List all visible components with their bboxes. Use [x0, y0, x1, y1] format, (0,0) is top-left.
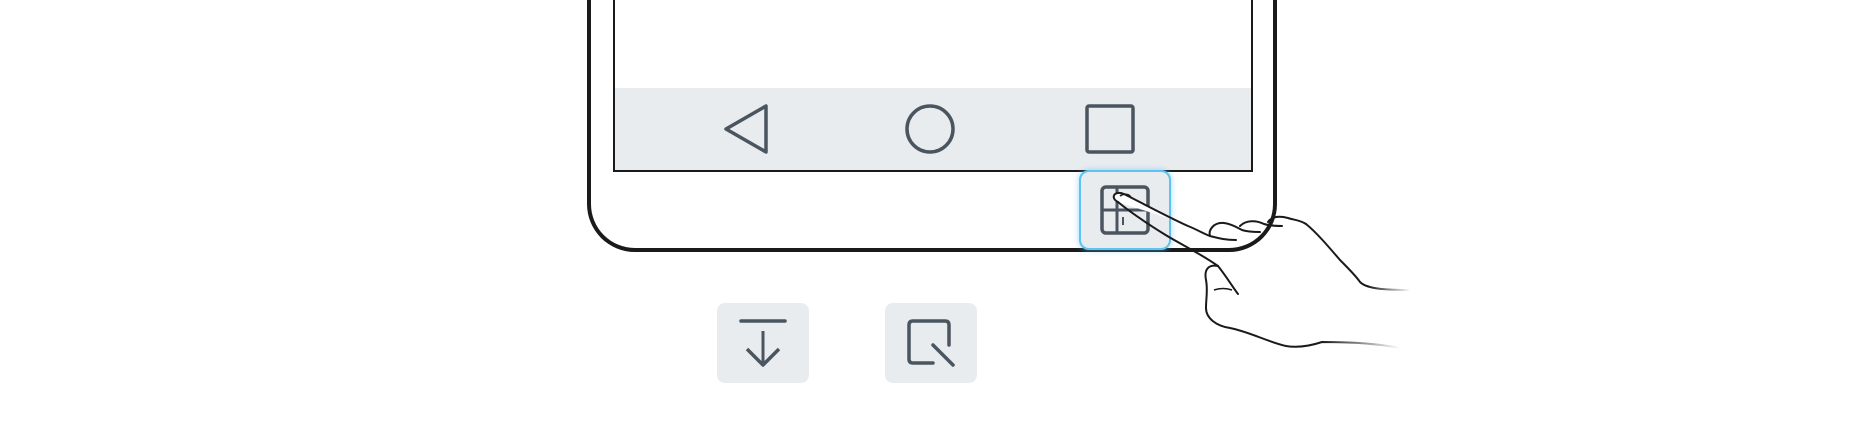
recent-apps-button[interactable]	[1082, 101, 1138, 157]
illustration-stage	[0, 0, 1860, 434]
recent-square-icon	[1085, 104, 1135, 154]
home-button[interactable]	[902, 101, 958, 157]
scroll-capture-option[interactable]	[717, 303, 809, 383]
home-circle-icon	[905, 104, 955, 154]
crop-square-icon	[907, 319, 955, 367]
download-arrow-icon	[739, 319, 787, 367]
back-triangle-icon	[724, 104, 768, 154]
edit-capture-option[interactable]	[885, 303, 977, 383]
back-button[interactable]	[718, 101, 774, 157]
pointing-hand-illustration	[1112, 192, 1411, 349]
